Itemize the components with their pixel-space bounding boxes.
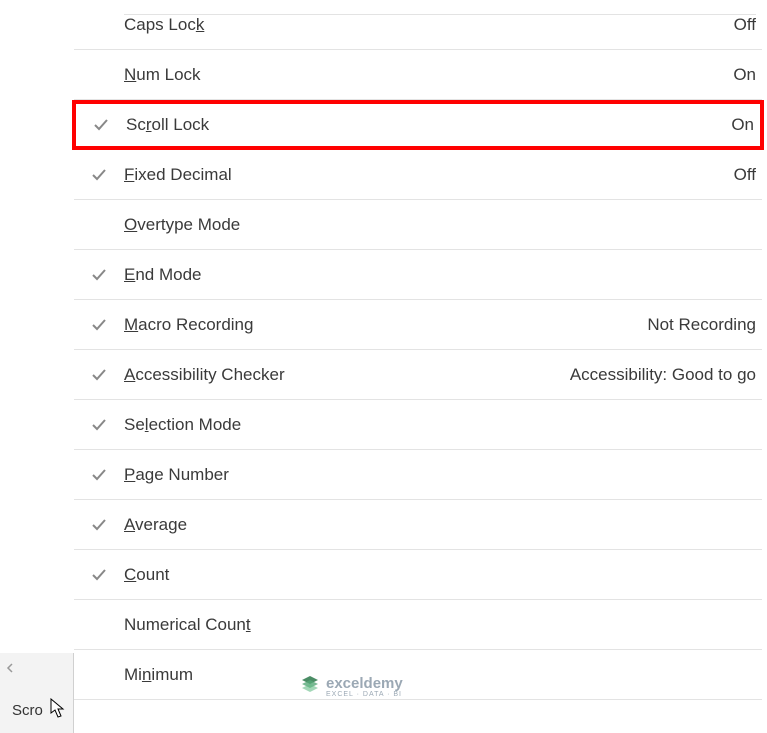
menu-item-label: Fixed Decimal: [124, 165, 734, 185]
watermark-text: exceldemy EXCEL · DATA · BI: [326, 676, 403, 698]
menu-item-label: Numerical Count: [124, 615, 756, 635]
menu-item-7[interactable]: Accessibility CheckerAccessibility: Good…: [74, 350, 762, 400]
menu-item-5[interactable]: End Mode: [74, 250, 762, 300]
check-icon: [76, 117, 126, 133]
check-icon: [74, 317, 124, 333]
mouse-cursor-icon: [50, 698, 68, 725]
check-icon: [74, 517, 124, 533]
statusbar-fragment: Scro: [0, 653, 74, 733]
check-icon: [74, 167, 124, 183]
menu-item-label: Count: [124, 565, 756, 585]
menu-item-value: On: [731, 115, 754, 135]
watermark: exceldemy EXCEL · DATA · BI: [300, 674, 403, 699]
menu-item-label: Overtype Mode: [124, 215, 756, 235]
menu-item-value: Not Recording: [647, 315, 756, 335]
check-icon: [74, 267, 124, 283]
menu-item-2[interactable]: Scroll LockOn: [72, 100, 764, 150]
menu-item-11[interactable]: Count: [74, 550, 762, 600]
menu-item-value: On: [733, 65, 756, 85]
menu-item-value: Off: [734, 14, 756, 35]
menu-item-label: End Mode: [124, 265, 756, 285]
watermark-logo-icon: [300, 674, 320, 699]
menu-item-value: Off: [734, 165, 756, 185]
menu-item-10[interactable]: Average: [74, 500, 762, 550]
watermark-sub: EXCEL · DATA · BI: [326, 691, 403, 698]
menu-item-label: Num Lock: [124, 65, 733, 85]
statusbar-context-menu: Caps LockOffNum LockOnScroll LockOnFixed…: [74, 0, 762, 700]
menu-item-label: Minimum: [124, 665, 756, 685]
menu-item-1[interactable]: Num LockOn: [74, 50, 762, 100]
menu-item-13[interactable]: Minimum: [74, 650, 762, 700]
check-icon: [74, 567, 124, 583]
menu-item-label: Caps Lock: [124, 14, 734, 35]
menu-item-12[interactable]: Numerical Count: [74, 600, 762, 650]
sheet-scroll-arrow[interactable]: [6, 663, 14, 676]
check-icon: [74, 417, 124, 433]
menu-item-value: Accessibility: Good to go: [570, 365, 756, 385]
menu-item-label: Average: [124, 515, 756, 535]
menu-item-0[interactable]: Caps LockOff: [74, 0, 762, 50]
menu-item-label: Page Number: [124, 465, 756, 485]
menu-item-6[interactable]: Macro RecordingNot Recording: [74, 300, 762, 350]
menu-item-8[interactable]: Selection Mode: [74, 400, 762, 450]
menu-item-label: Scroll Lock: [126, 115, 731, 135]
menu-item-label: Selection Mode: [124, 415, 756, 435]
menu-item-label: Macro Recording: [124, 315, 647, 335]
watermark-main: exceldemy: [326, 676, 403, 691]
statusbar-scroll-lock-text: Scro: [12, 702, 43, 719]
check-icon: [74, 367, 124, 383]
menu-item-9[interactable]: Page Number: [74, 450, 762, 500]
menu-item-3[interactable]: Fixed DecimalOff: [74, 150, 762, 200]
menu-item-4[interactable]: Overtype Mode: [74, 200, 762, 250]
check-icon: [74, 467, 124, 483]
menu-item-label: Accessibility Checker: [124, 365, 570, 385]
